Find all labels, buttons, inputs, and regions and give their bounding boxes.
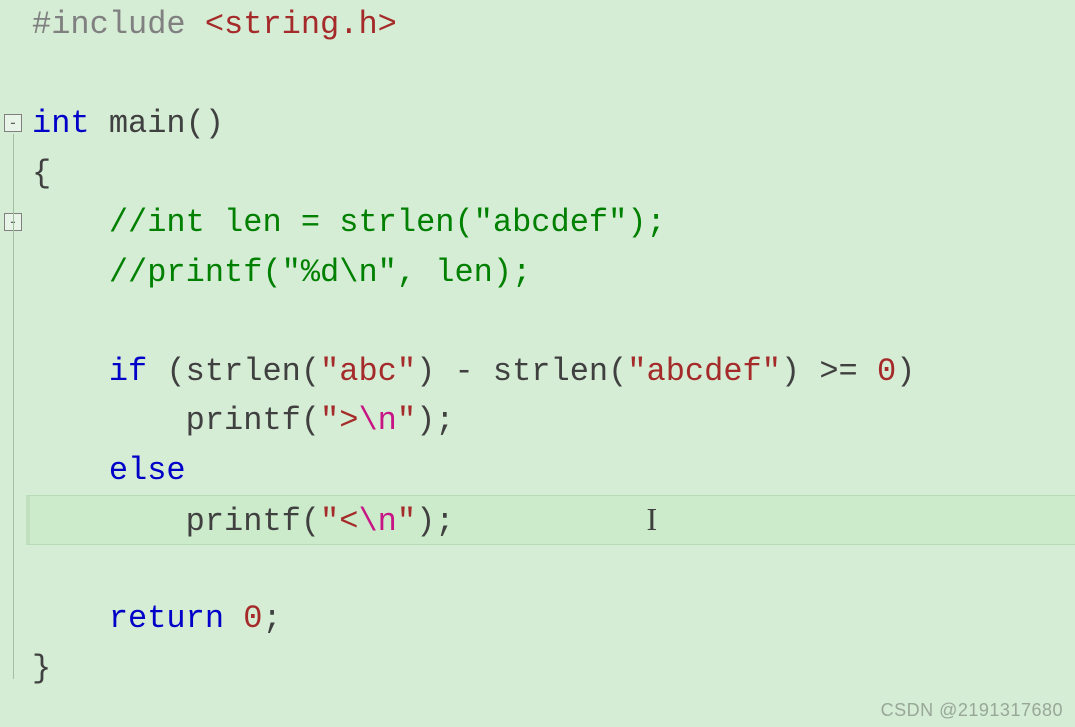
number-token: 0 [224, 600, 262, 637]
code-editor[interactable]: - - #include <string.h> int main() { //i… [0, 0, 1075, 727]
identifier-token: main [109, 105, 186, 142]
identifier-token: printf [186, 503, 301, 540]
punct-token: ) [896, 353, 915, 390]
keyword-token: if [109, 353, 147, 390]
punct-token: ( [301, 353, 320, 390]
fold-guide-line [13, 134, 14, 679]
keyword-token: int [32, 105, 90, 142]
code-line-active[interactable]: printf("<\n"); I [26, 495, 1075, 545]
operator-token: - [435, 353, 493, 390]
brace-close: } [32, 650, 51, 687]
text-caret-icon: I [647, 501, 658, 537]
string-token: " [397, 503, 416, 540]
comment-token: //printf("%d\n", len); [109, 254, 531, 291]
code-line-blank [30, 50, 1075, 100]
fold-marker-icon[interactable]: - [4, 114, 22, 132]
punct-token: ); [416, 503, 454, 540]
punct-token: ); [416, 402, 454, 439]
punct-token: ( [301, 503, 320, 540]
string-token: "abcdef" [627, 353, 781, 390]
preproc-token: #include [32, 6, 186, 43]
string-token: "< [320, 503, 358, 540]
string-token: "abc" [320, 353, 416, 390]
punct-token: ( [147, 353, 185, 390]
code-line: else [30, 446, 1075, 496]
code-line: //printf("%d\n", len); [30, 248, 1075, 298]
punct-token: ) [781, 353, 800, 390]
code-line: int main() [30, 99, 1075, 149]
code-line: #include <string.h> [30, 0, 1075, 50]
punct-token: () [186, 105, 224, 142]
code-line-blank [30, 545, 1075, 595]
code-line: { [30, 149, 1075, 199]
brace-open: { [32, 155, 51, 192]
identifier-token: strlen [493, 353, 608, 390]
code-line-blank [30, 297, 1075, 347]
number-token: 0 [877, 353, 896, 390]
punct-token: ( [608, 353, 627, 390]
watermark-text: CSDN @2191317680 [881, 700, 1063, 721]
code-area[interactable]: #include <string.h> int main() { //int l… [30, 0, 1075, 693]
code-line: printf(">\n"); [30, 396, 1075, 446]
string-token: " [397, 402, 416, 439]
punct-token: ) [416, 353, 435, 390]
punct-token: ( [301, 402, 320, 439]
escape-token: \n [358, 503, 396, 540]
escape-token: \n [358, 402, 396, 439]
string-token: "> [320, 402, 358, 439]
punct-token: ; [262, 600, 281, 637]
keyword-token: return [109, 600, 224, 637]
operator-token: >= [800, 353, 877, 390]
code-line: if (strlen("abc") - strlen("abcdef") >= … [30, 347, 1075, 397]
code-line: //int len = strlen("abcdef"); [30, 198, 1075, 248]
identifier-token: strlen [186, 353, 301, 390]
include-header: <string.h> [205, 6, 397, 43]
code-line: } [30, 644, 1075, 694]
code-line: return 0; [30, 594, 1075, 644]
fold-gutter: - - [0, 0, 28, 727]
comment-token: //int len = strlen("abcdef"); [109, 204, 666, 241]
keyword-token: else [109, 452, 186, 489]
identifier-token: printf [186, 402, 301, 439]
